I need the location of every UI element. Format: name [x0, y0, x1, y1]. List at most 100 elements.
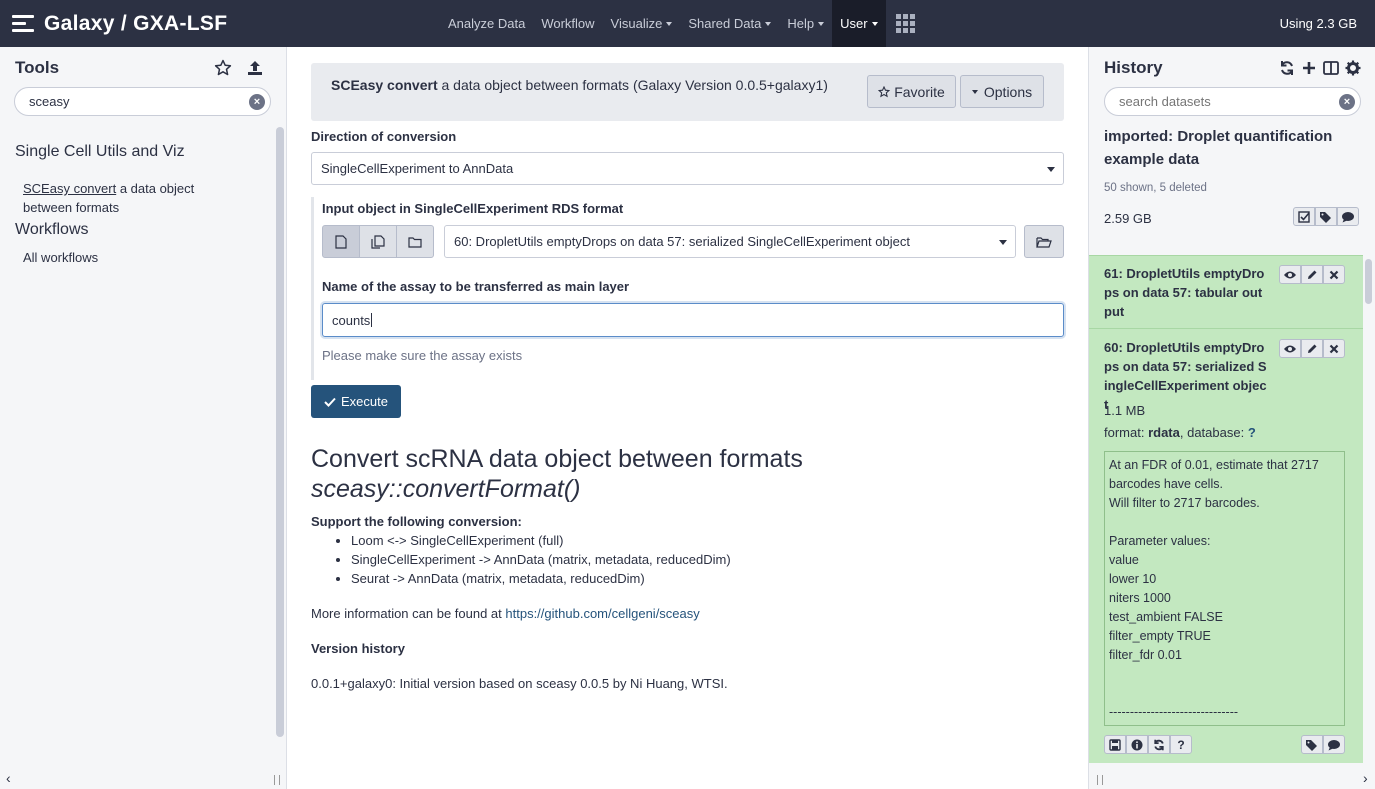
- check-icon: [324, 397, 336, 407]
- dataset-tag-actions: [1301, 735, 1345, 754]
- execute-button[interactable]: Execute: [311, 385, 401, 418]
- help-icon[interactable]: ?: [1170, 735, 1192, 754]
- history-item-60: 60: DropletUtils emptyDrops on data 57: …: [1089, 328, 1363, 763]
- masthead: Galaxy / GXA-LSF Analyze Data Workflow V…: [0, 0, 1375, 47]
- rerun-icon[interactable]: [1148, 735, 1170, 754]
- favorite-button[interactable]: Favorite: [867, 75, 956, 108]
- nav-help[interactable]: Help: [779, 0, 832, 47]
- workflows-section-title: Workflows: [15, 221, 89, 238]
- help-subtitle: sceasy::convertFormat(): [311, 475, 581, 503]
- save-icon[interactable]: [1104, 735, 1126, 754]
- nav-label: Analyze Data: [448, 16, 526, 31]
- select-items-icon[interactable]: [1293, 207, 1315, 226]
- execute-label: Execute: [341, 394, 388, 409]
- refresh-icon[interactable]: [1279, 59, 1295, 77]
- conversion-list: Loom <-> SingleCellExperiment (full) Sin…: [351, 531, 1051, 588]
- input-group: Input object in SingleCellExperiment RDS…: [311, 197, 1064, 380]
- nav-analyze-data[interactable]: Analyze Data: [440, 0, 533, 47]
- annotation-icon[interactable]: [1323, 735, 1345, 754]
- tags-icon[interactable]: [1301, 735, 1323, 754]
- tool-form-name: SCEasy convert: [331, 77, 438, 93]
- assay-input[interactable]: counts: [322, 303, 1064, 337]
- list-item: Loom <-> SingleCellExperiment (full): [351, 531, 1051, 550]
- tool-section-single-cell[interactable]: Single Cell Utils and Viz: [15, 143, 185, 161]
- caret-down-icon: [871, 21, 878, 26]
- annotation-icon[interactable]: [1337, 207, 1359, 226]
- tool-search-input[interactable]: [29, 94, 222, 109]
- input-dataset-select[interactable]: 60: DropletUtils emptyDrops on data 57: …: [444, 225, 1016, 258]
- tool-link-name[interactable]: SCEasy convert: [23, 181, 116, 196]
- multiple-datasets-button[interactable]: [359, 225, 397, 258]
- tool-panel: Tools × Single Cell Utils and Viz SCEasy…: [0, 47, 287, 789]
- eye-icon[interactable]: [1279, 265, 1301, 284]
- folder-open-icon: [1036, 236, 1052, 248]
- info-icon[interactable]: [1126, 735, 1148, 754]
- delete-icon[interactable]: [1323, 339, 1345, 358]
- folder-icon: [408, 236, 422, 248]
- caret-down-icon: [818, 21, 825, 26]
- dropdown-arrow-icon: [999, 240, 1007, 245]
- direction-label: Direction of conversion: [311, 129, 457, 144]
- dataset-actions: [1279, 265, 1345, 284]
- nav-user[interactable]: User: [832, 0, 886, 47]
- format-label: format:: [1104, 425, 1149, 440]
- nav-label: Shared Data: [688, 16, 762, 31]
- star-icon[interactable]: [214, 59, 232, 77]
- support-heading: Support the following conversion:: [311, 514, 522, 529]
- eye-icon[interactable]: [1279, 339, 1301, 358]
- single-dataset-button[interactable]: [322, 225, 360, 258]
- nav-label: Workflow: [541, 16, 595, 31]
- tool-link-sceasy[interactable]: SCEasy convert a data object between for…: [23, 179, 223, 217]
- direction-select[interactable]: SingleCellExperiment to AnnData: [311, 152, 1064, 185]
- clear-search-icon[interactable]: ×: [1339, 94, 1355, 110]
- nav-shared-data[interactable]: Shared Data: [680, 0, 779, 47]
- database-link[interactable]: ?: [1248, 425, 1256, 440]
- caret-down-icon: [765, 21, 772, 26]
- dataset-collection-button[interactable]: [396, 225, 434, 258]
- plus-icon[interactable]: [1301, 59, 1317, 77]
- pencil-icon[interactable]: [1301, 339, 1323, 358]
- caret-down-icon: [971, 89, 978, 94]
- history-name[interactable]: imported: Droplet quantification example…: [1104, 125, 1364, 171]
- more-info-line: More information can be found at https:/…: [311, 604, 1051, 623]
- delete-icon[interactable]: [1323, 265, 1345, 284]
- assay-input-value: counts: [332, 312, 371, 328]
- all-workflows-link[interactable]: All workflows: [23, 250, 98, 265]
- apps-grid-icon[interactable]: [886, 0, 925, 47]
- tool-panel-scrollbar[interactable]: [276, 127, 284, 737]
- sceasy-github-link[interactable]: https://github.com/cellgeni/sceasy: [505, 606, 699, 621]
- caret-down-icon: [666, 21, 673, 26]
- history-size: 2.59 GB: [1104, 211, 1152, 226]
- upload-icon[interactable]: [246, 59, 264, 77]
- nav-label: Visualize: [610, 16, 663, 31]
- tool-panel-title: Tools: [15, 58, 60, 77]
- quota-meter[interactable]: Using 2.3 GB: [1280, 0, 1357, 47]
- drag-handle-right[interactable]: [1097, 775, 1103, 785]
- drag-handle-left[interactable]: [274, 775, 280, 785]
- history-search-input[interactable]: [1119, 94, 1312, 109]
- nav-visualize[interactable]: Visualize: [603, 0, 681, 47]
- dataset-bottom-actions: ?: [1104, 735, 1192, 754]
- brand[interactable]: Galaxy / GXA-LSF: [12, 0, 227, 47]
- dataset-title[interactable]: 61: DropletUtils emptyDrops on data 57: …: [1104, 264, 1269, 321]
- pencil-icon[interactable]: [1301, 265, 1323, 284]
- collapse-left-icon[interactable]: ‹: [6, 770, 11, 786]
- help-title: Convert scRNA data object between format…: [311, 444, 803, 504]
- more-info-text: More information can be found at: [311, 606, 506, 621]
- browse-datasets-button[interactable]: [1024, 225, 1064, 258]
- gear-icon[interactable]: [1345, 59, 1361, 77]
- history-panel: History × imported: Droplet quantificati…: [1088, 47, 1375, 789]
- collapse-right-icon[interactable]: ›: [1363, 770, 1368, 786]
- brand-title: Galaxy / GXA-LSF: [44, 11, 228, 35]
- columns-icon[interactable]: [1323, 59, 1339, 77]
- options-label: Options: [983, 83, 1033, 100]
- nav-workflow[interactable]: Workflow: [533, 0, 602, 47]
- tags-icon[interactable]: [1315, 207, 1337, 226]
- history-scrollbar[interactable]: [1365, 259, 1372, 304]
- history-item-61: 61: DropletUtils emptyDrops on data 57: …: [1089, 255, 1363, 328]
- history-search-box: ×: [1104, 87, 1361, 116]
- database-label: , database:: [1179, 425, 1248, 440]
- clear-search-icon[interactable]: ×: [249, 94, 265, 110]
- options-button[interactable]: Options: [960, 75, 1044, 108]
- star-outline-icon: [878, 85, 891, 97]
